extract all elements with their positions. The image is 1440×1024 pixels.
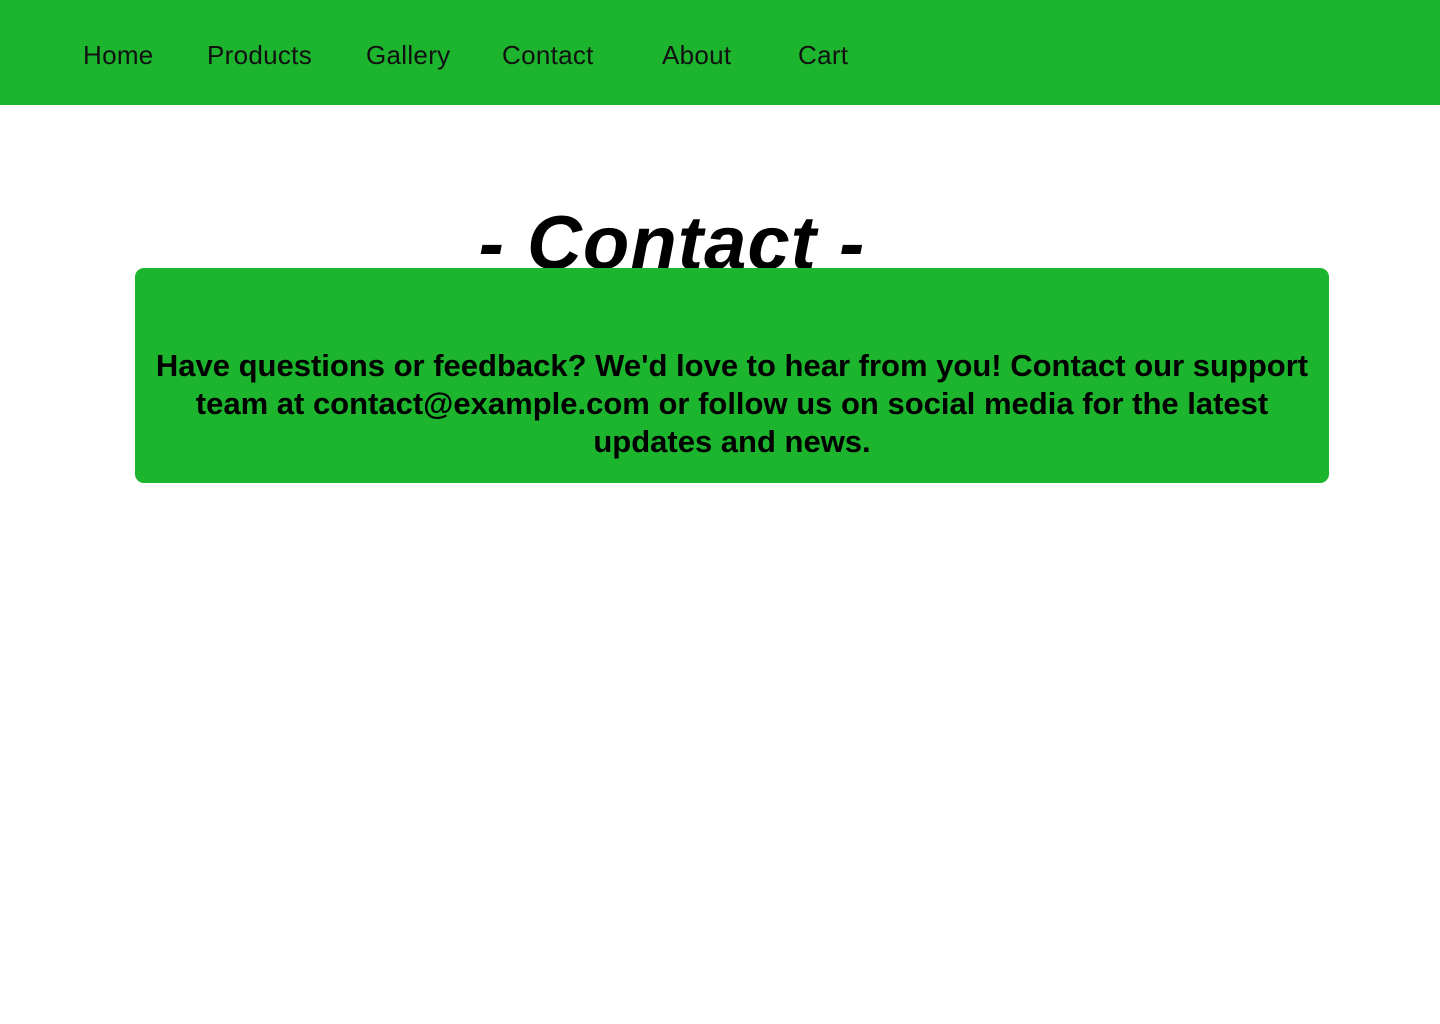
nav-link-gallery[interactable]: Gallery bbox=[366, 38, 450, 72]
nav-link-cart[interactable]: Cart bbox=[798, 38, 848, 72]
contact-message: Have questions or feedback? We'd love to… bbox=[155, 348, 1309, 459]
nav-link-about[interactable]: About bbox=[662, 38, 731, 72]
nav-link-products[interactable]: Products bbox=[207, 38, 312, 72]
contact-info-card: Have questions or feedback? We'd love to… bbox=[135, 268, 1329, 483]
top-navigation-bar: Home Products Gallery Contact About Cart bbox=[0, 0, 1440, 105]
nav-link-home[interactable]: Home bbox=[83, 38, 154, 72]
nav-link-contact[interactable]: Contact bbox=[502, 38, 594, 72]
